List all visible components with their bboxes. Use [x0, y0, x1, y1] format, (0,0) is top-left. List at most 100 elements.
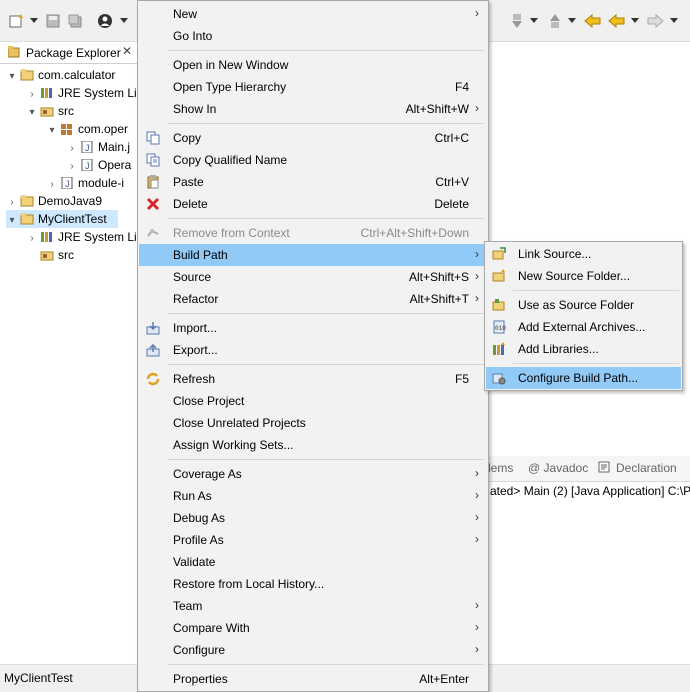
chevron-down-icon[interactable] — [120, 18, 128, 23]
menu-item-label: Show In — [173, 102, 217, 116]
tree-item-library[interactable]: › JRE System Li — [26, 228, 136, 248]
close-icon[interactable]: ✕ — [122, 44, 132, 58]
tree-item-java-file[interactable]: › J Opera — [66, 156, 131, 174]
menu-item-debug-as[interactable]: Debug As › — [139, 507, 487, 529]
menu-item-build-path[interactable]: Build Path › — [139, 244, 487, 266]
chevron-down-icon[interactable]: ▾ — [26, 104, 38, 122]
package-explorer-tab[interactable]: Package Explorer ✕ — [0, 42, 140, 64]
project-icon — [20, 194, 34, 207]
chevron-right-icon: › — [475, 532, 479, 546]
submenu-item-add-external-archives[interactable]: 010 Add External Archives... — [486, 316, 681, 338]
submenu-item-label: Add Libraries... — [518, 342, 599, 356]
tree-item-java-file[interactable]: › J Main.j — [66, 138, 130, 156]
menu-item-shortcut: Ctrl+V — [435, 175, 469, 189]
menu-separator — [168, 664, 484, 665]
forward-icon[interactable] — [646, 12, 664, 30]
java-file-icon: J — [80, 140, 94, 154]
menu-item-refresh[interactable]: Refresh F5 — [139, 368, 487, 390]
chevron-down-icon[interactable] — [631, 18, 639, 23]
tree-item-library[interactable]: › JRE System Li — [26, 84, 136, 102]
java-file-icon: J — [60, 176, 74, 190]
chevron-down-icon[interactable]: ▾ — [6, 212, 18, 230]
user-icon[interactable] — [96, 12, 114, 30]
project-icon — [20, 212, 34, 225]
submenu-item-link-source[interactable]: Link Source... — [486, 243, 681, 265]
menu-item-close-project[interactable]: Close Project — [139, 390, 487, 412]
menu-item-copy-qualified-name[interactable]: Copy Qualified Name — [139, 149, 487, 171]
chevron-right-icon: › — [475, 466, 479, 480]
next-annotation-icon[interactable] — [508, 12, 526, 30]
status-text: MyClientTest — [4, 671, 73, 685]
chevron-right-icon: › — [475, 598, 479, 612]
library-icon — [40, 86, 54, 98]
new-wizard-icon[interactable] — [8, 12, 26, 30]
menu-separator — [168, 50, 484, 51]
menu-item-label: Properties — [173, 672, 228, 686]
menu-item-label: Validate — [173, 555, 216, 569]
save-all-icon[interactable] — [66, 12, 84, 30]
tree-item-module-info[interactable]: › Jmodule-i — [46, 174, 124, 192]
tree-item-project[interactable]: ▾ com.calculator — [6, 66, 115, 84]
menu-item-go-into[interactable]: Go Into — [139, 25, 487, 47]
project-icon — [20, 68, 34, 81]
menu-item-validate[interactable]: Validate — [139, 551, 487, 573]
tree-item-project-selected[interactable]: ▾ MyClientTest — [6, 210, 118, 228]
tree-item-project[interactable]: › DemoJava9 — [6, 192, 102, 210]
menu-item-show-in[interactable]: Show In Alt+Shift+W › — [139, 98, 487, 120]
menu-item-properties[interactable]: Properties Alt+Enter — [139, 668, 487, 690]
previous-annotation-icon[interactable] — [546, 12, 564, 30]
java-file-icon: J — [80, 158, 94, 172]
tab-javadoc[interactable]: @ Javadoc — [528, 461, 588, 475]
menu-item-new[interactable]: New › — [139, 3, 487, 25]
menu-item-delete[interactable]: Delete Delete — [139, 193, 487, 215]
submenu-item-label: Configure Build Path... — [518, 371, 639, 385]
last-edit-icon[interactable] — [584, 12, 602, 30]
menu-item-export[interactable]: Export... — [139, 339, 487, 361]
menu-item-label: Assign Working Sets... — [173, 438, 294, 452]
menu-item-restore-from-local-history[interactable]: Restore from Local History... — [139, 573, 487, 595]
chevron-down-icon[interactable]: ▾ — [46, 122, 58, 140]
tree-item-package[interactable]: ▾ com.oper — [46, 120, 128, 138]
menu-item-copy[interactable]: Copy Ctrl+C — [139, 127, 487, 149]
build-path-submenu: Link Source... New Source Folder... Use … — [484, 241, 683, 391]
menu-item-shortcut: Alt+Shift+W — [405, 102, 469, 116]
tree-item-source-folder[interactable]: ▾ src — [26, 102, 74, 120]
menu-item-open-type-hierarchy[interactable]: Open Type Hierarchy F4 — [139, 76, 487, 98]
chevron-down-icon[interactable] — [670, 18, 678, 23]
menu-item-import[interactable]: Import... — [139, 317, 487, 339]
menu-item-open-in-new-window[interactable]: Open in New Window — [139, 54, 487, 76]
menu-item-refactor[interactable]: Refactor Alt+Shift+T › — [139, 288, 487, 310]
menu-item-source[interactable]: Source Alt+Shift+S › — [139, 266, 487, 288]
menu-item-compare-with[interactable]: Compare With › — [139, 617, 487, 639]
svg-text:010: 010 — [495, 325, 506, 332]
library-icon — [40, 230, 54, 242]
menu-item-close-unrelated-projects[interactable]: Close Unrelated Projects — [139, 412, 487, 434]
tree-item-source-folder[interactable]: src — [40, 246, 74, 264]
save-icon[interactable] — [44, 12, 62, 30]
back-icon[interactable] — [608, 12, 626, 30]
menu-separator — [168, 459, 484, 460]
menu-item-label: Refactor — [173, 292, 219, 306]
use-source-folder-icon — [492, 298, 506, 312]
chevron-right-icon[interactable]: › — [26, 230, 38, 248]
menu-item-paste[interactable]: Paste Ctrl+V — [139, 171, 487, 193]
menu-item-coverage-as[interactable]: Coverage As › — [139, 463, 487, 485]
chevron-down-icon[interactable] — [530, 18, 538, 23]
submenu-item-configure-build-path[interactable]: Configure Build Path... — [486, 367, 681, 389]
paste-icon — [146, 175, 160, 189]
menu-item-profile-as[interactable]: Profile As › — [139, 529, 487, 551]
submenu-item-use-as-source-folder[interactable]: Use as Source Folder — [486, 294, 681, 316]
menu-item-run-as[interactable]: Run As › — [139, 485, 487, 507]
tab-declaration[interactable]: Declaration — [616, 461, 677, 475]
chevron-down-icon[interactable]: ▾ — [6, 68, 18, 86]
submenu-item-new-source-folder[interactable]: New Source Folder... — [486, 265, 681, 287]
chevron-down-icon[interactable] — [568, 18, 576, 23]
menu-item-team[interactable]: Team › — [139, 595, 487, 617]
chevron-right-icon: › — [475, 642, 479, 656]
chevron-down-icon[interactable] — [30, 18, 38, 23]
menu-item-configure[interactable]: Configure › — [139, 639, 487, 661]
submenu-item-add-libraries[interactable]: Add Libraries... — [486, 338, 681, 360]
tab-problems[interactable]: lems — [488, 461, 513, 475]
menu-item-assign-working-sets[interactable]: Assign Working Sets... — [139, 434, 487, 456]
chevron-right-icon: › — [475, 510, 479, 524]
